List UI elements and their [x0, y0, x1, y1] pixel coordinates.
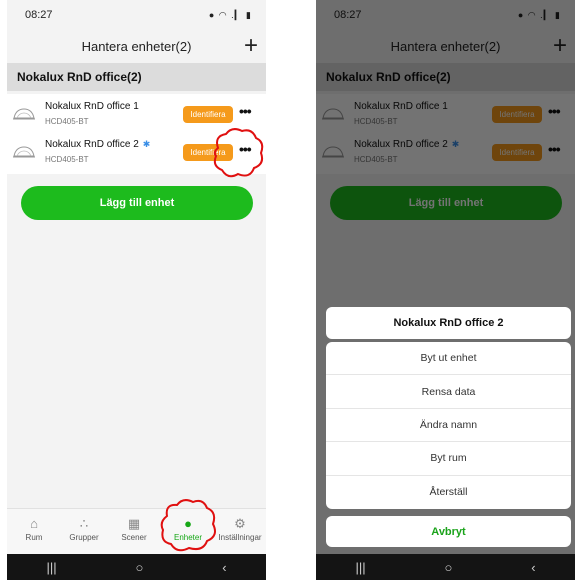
reset-option[interactable]: Återställ — [326, 476, 571, 509]
android-nav-bar: ||| ○ ‹ — [316, 554, 575, 580]
nav-scenes[interactable]: ▦ Scener — [109, 515, 159, 542]
android-nav-bar: ||| ○ ‹ — [7, 554, 266, 580]
nav-label: Rum — [25, 533, 43, 542]
page-title: Hantera enheter(2) — [81, 38, 192, 54]
nav-label: Enheter — [173, 533, 203, 542]
device-name-text: Nokalux RnD office 2 — [45, 139, 139, 150]
back-button[interactable]: ‹ — [222, 560, 226, 575]
recent-apps-button[interactable]: ||| — [355, 560, 365, 575]
back-button[interactable]: ‹ — [531, 560, 535, 575]
nav-groups[interactable]: ∴ Grupper — [59, 515, 109, 542]
nav-label: Scener — [121, 533, 147, 542]
action-sheet-title: Nokalux RnD office 2 — [326, 307, 571, 339]
status-bar: 08:27 ● ◠ .▎ ▮ — [7, 0, 266, 30]
device-list: Nokalux RnD office 1 HCD405-BT Identifie… — [7, 94, 266, 174]
status-icons: ● ◠ .▎ ▮ — [208, 9, 252, 20]
rename-option[interactable]: Ändra namn — [326, 409, 571, 443]
more-options-icon[interactable]: ••• — [239, 103, 252, 119]
bluetooth-icon: ✱ — [142, 139, 151, 149]
lamp-icon — [13, 146, 35, 158]
nav-rooms[interactable]: ⌂ Rum — [9, 515, 59, 542]
nav-label: Inställningar — [218, 533, 262, 542]
scenes-icon: ▦ — [127, 516, 141, 531]
identify-button[interactable]: Identifiera — [183, 106, 233, 123]
cancel-button[interactable]: Avbryt — [326, 516, 571, 547]
groups-icon: ∴ — [79, 516, 89, 531]
add-icon[interactable]: + — [244, 30, 258, 62]
identify-button[interactable]: Identifiera — [183, 144, 233, 161]
device-name: Nokalux RnD office 1 — [45, 101, 139, 112]
app-header: Hantera enheter(2) + — [7, 30, 266, 62]
home-button[interactable]: ○ — [135, 560, 143, 575]
phone-screen-device-menu: 08:27 ● ◠ .▎ ▮ Hantera enheter(2) + Noka… — [316, 0, 575, 580]
bottom-navigation: ⌂ Rum ∴ Grupper ▦ Scener ● Enheter ⚙ Ins… — [7, 508, 266, 554]
nav-devices[interactable]: ● Enheter — [163, 515, 213, 542]
more-options-icon[interactable]: ••• — [239, 141, 252, 157]
clear-data-option[interactable]: Rensa data — [326, 375, 571, 409]
gear-icon: ⚙ — [234, 516, 246, 531]
bulb-icon: ● — [184, 516, 192, 531]
device-name: Nokalux RnD office 2✱ — [45, 139, 150, 150]
device-model: HCD405-BT — [45, 117, 89, 126]
lamp-icon — [13, 108, 35, 120]
group-header: Nokalux RnD office(2) — [7, 63, 266, 91]
recent-apps-button[interactable]: ||| — [46, 560, 56, 575]
home-icon: ⌂ — [30, 516, 38, 531]
phone-screen-devices: 08:27 ● ◠ .▎ ▮ Hantera enheter(2) + Noka… — [7, 0, 266, 580]
status-time: 08:27 — [25, 9, 53, 21]
device-row[interactable]: Nokalux RnD office 1 HCD405-BT Identifie… — [7, 97, 266, 131]
add-device-button[interactable]: Lägg till enhet — [21, 186, 253, 220]
home-button[interactable]: ○ — [444, 560, 452, 575]
device-model: HCD405-BT — [45, 155, 89, 164]
change-room-option[interactable]: Byt rum — [326, 442, 571, 476]
replace-device-option[interactable]: Byt ut enhet — [326, 342, 571, 376]
device-row[interactable]: Nokalux RnD office 2 ✱ HCD405-BT Identifi… — [7, 135, 266, 169]
action-sheet: Byt ut enhet Rensa data Ändra namn Byt r… — [326, 342, 571, 509]
nav-settings[interactable]: ⚙ Inställningar — [213, 515, 266, 542]
nav-label: Grupper — [69, 533, 99, 542]
